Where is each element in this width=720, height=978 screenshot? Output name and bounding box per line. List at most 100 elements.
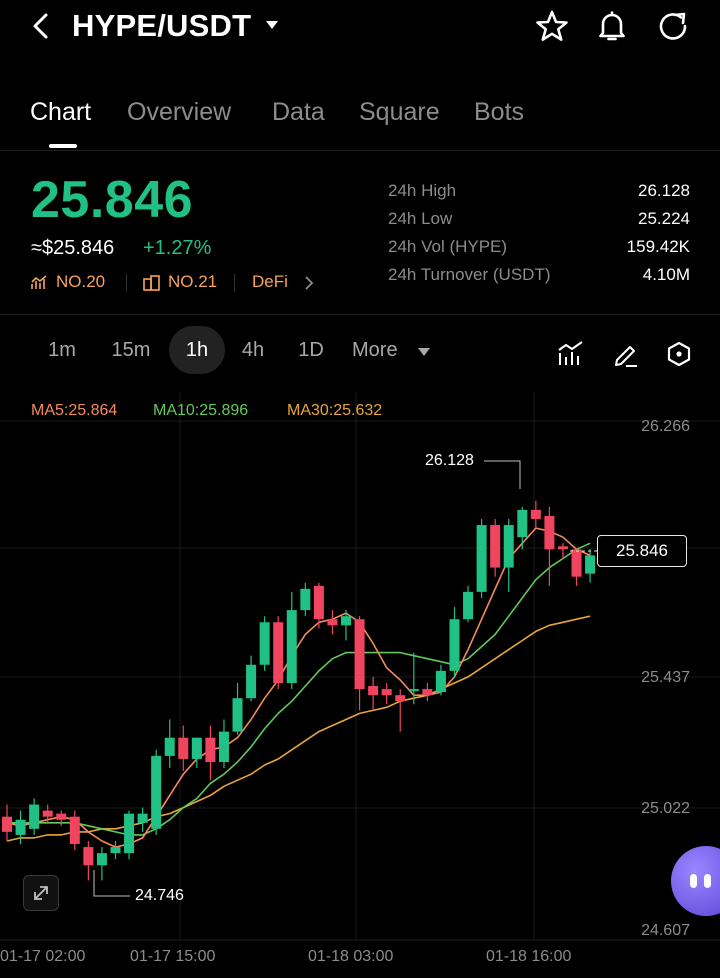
bell-icon[interactable] — [595, 9, 629, 43]
bubble-eye — [704, 874, 711, 888]
candle-body — [232, 698, 243, 732]
candle-body — [83, 847, 94, 866]
fiat-price: ≈$25.846 — [31, 237, 115, 259]
stat-value: 4.10M — [642, 265, 690, 284]
ma10-line — [7, 542, 591, 836]
candle-body — [286, 610, 297, 684]
stat-24h-volume: 24h Vol (HYPE) 159.42K — [388, 237, 690, 261]
rank-label: NO.21 — [168, 272, 218, 291]
candle-body — [313, 585, 324, 620]
ma5-legend: MA5:25.864 — [31, 402, 118, 419]
candle-body — [2, 816, 12, 832]
timeframe-1d[interactable]: 1D — [286, 326, 336, 374]
candle-body — [557, 546, 568, 550]
y-axis-tick: 26.266 — [641, 418, 690, 435]
tab-overview[interactable]: Overview — [127, 98, 231, 127]
caret-down-icon[interactable] — [418, 348, 430, 356]
candle-body — [354, 619, 365, 690]
divider — [0, 314, 720, 315]
candle-body — [530, 509, 541, 519]
settings-hexagon-icon[interactable] — [665, 340, 693, 368]
stat-value: 26.128 — [638, 181, 690, 200]
stat-value: 25.224 — [638, 209, 690, 228]
badge-divider — [234, 274, 235, 292]
draw-pen-icon[interactable] — [612, 340, 640, 368]
y-axis-tick: 25.437 — [641, 669, 690, 686]
candle-body — [490, 525, 501, 568]
ma30-line — [6, 615, 591, 842]
candle-body — [69, 816, 80, 845]
price-change-percent: +1.27% — [143, 237, 212, 259]
candle-body — [124, 813, 135, 854]
divider — [0, 150, 720, 151]
candle-body — [449, 619, 460, 671]
timeframe-1h[interactable]: 1h — [169, 326, 225, 374]
low-price-label: 24.746 — [135, 887, 184, 904]
fullscreen-button[interactable] — [23, 875, 59, 911]
indicator-icon[interactable] — [557, 340, 585, 368]
x-axis-tick: 01-18 03:00 — [308, 948, 394, 965]
category-link[interactable]: DeFi — [252, 272, 314, 292]
x-axis-tick: 01-17 15:00 — [130, 948, 216, 965]
candle-body — [544, 515, 555, 550]
candle-body — [435, 670, 446, 693]
star-icon[interactable] — [535, 9, 569, 43]
candle-body — [205, 737, 216, 762]
caret-down-icon[interactable] — [265, 20, 279, 30]
stat-24h-high: 24h High 26.128 — [388, 181, 690, 205]
last-price-tag[interactable]: 25.846 — [597, 535, 687, 567]
last-price: 25.846 — [31, 171, 194, 229]
tab-bar: Chart Overview Data Square Bots — [0, 90, 720, 150]
low-callout-line — [93, 870, 130, 897]
stat-label: 24h Turnover (USDT) — [388, 265, 551, 284]
rank-badge-trend[interactable]: NO.20 — [31, 272, 105, 292]
category-label: DeFi — [252, 272, 288, 291]
high-callout-line — [484, 460, 521, 489]
chevron-right-icon — [305, 276, 314, 290]
badge-divider — [126, 274, 127, 292]
candle-body — [476, 525, 487, 592]
candle-body — [259, 622, 270, 665]
x-axis-tick: 01-17 02:00 — [0, 948, 86, 965]
category-icon — [143, 275, 160, 291]
candle-body — [408, 689, 419, 692]
candle-body — [42, 810, 53, 817]
timeframe-4h[interactable]: 4h — [228, 326, 278, 374]
share-icon[interactable] — [656, 9, 690, 43]
candle-body — [137, 813, 148, 823]
candle-body — [381, 689, 392, 696]
candle-body — [218, 731, 229, 762]
stat-label: 24h Vol (HYPE) — [388, 237, 508, 256]
expand-icon — [34, 886, 48, 900]
rank-label: NO.20 — [56, 272, 106, 291]
trend-chart-icon — [31, 275, 47, 289]
rank-badge-category[interactable]: NO.21 — [143, 272, 217, 292]
back-arrow-icon[interactable] — [26, 10, 58, 42]
trading-pair-title[interactable]: HYPE/USDT — [72, 8, 251, 44]
timeframe-15m[interactable]: 15m — [100, 326, 162, 374]
candle-body — [422, 689, 433, 696]
ma30-legend: MA30:25.632 — [287, 402, 383, 419]
candle-body — [395, 695, 406, 702]
stat-label: 24h High — [388, 181, 457, 200]
tab-bots[interactable]: Bots — [474, 98, 524, 127]
timeframe-1m[interactable]: 1m — [36, 326, 88, 374]
y-axis-tick: 24.607 — [641, 922, 690, 939]
candle-body — [151, 755, 162, 829]
candle-body — [503, 525, 514, 568]
stat-value: 159.42K — [626, 237, 690, 256]
candle-body — [178, 737, 189, 759]
ma10-legend: MA10:25.896 — [153, 402, 249, 419]
candlestick-chart[interactable] — [0, 392, 720, 978]
tab-chart[interactable]: Chart — [30, 98, 91, 127]
stat-label: 24h Low — [388, 209, 453, 228]
bubble-eye — [690, 874, 697, 888]
candle-body — [29, 804, 40, 829]
candle-body — [463, 591, 474, 620]
candle-body — [96, 853, 107, 866]
tab-data[interactable]: Data — [272, 98, 325, 127]
active-tab-indicator — [49, 144, 77, 148]
timeframe-more[interactable]: More — [352, 326, 412, 374]
candle-body — [246, 664, 257, 699]
tab-square[interactable]: Square — [359, 98, 440, 127]
